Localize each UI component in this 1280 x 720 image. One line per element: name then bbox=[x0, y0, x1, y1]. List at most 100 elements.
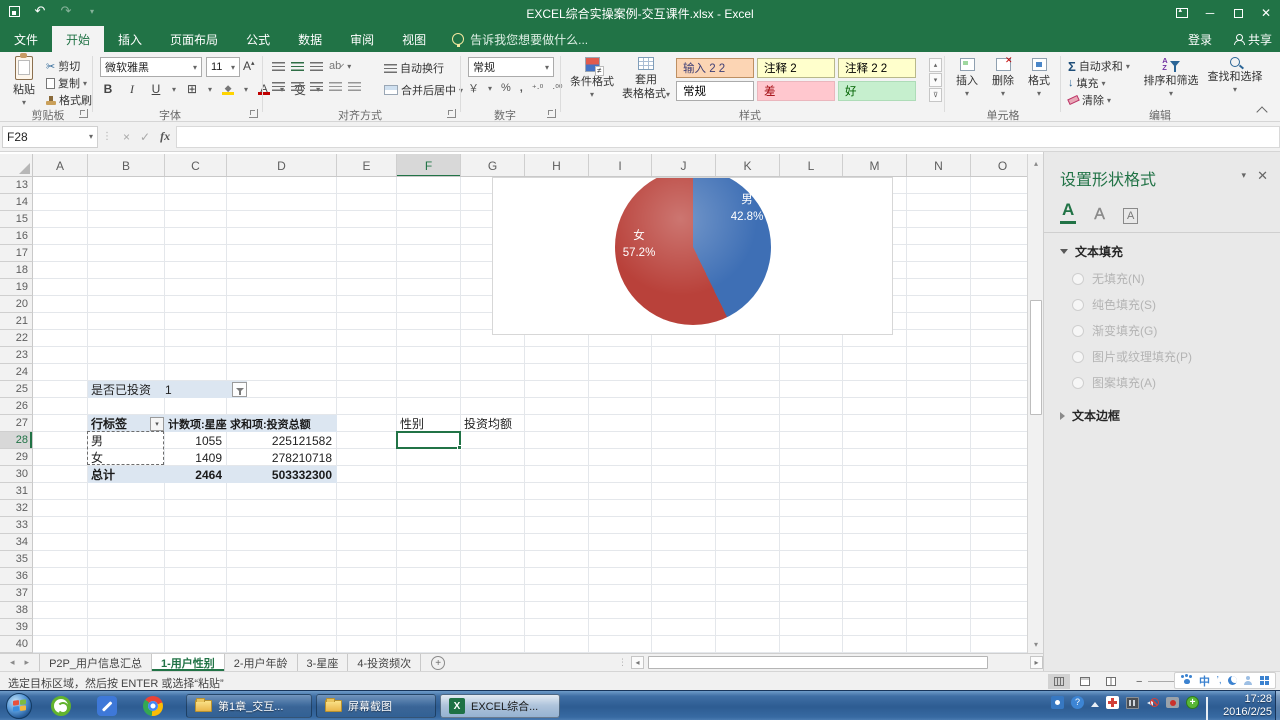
tray-help-icon[interactable]: ? bbox=[1071, 696, 1084, 709]
alignment-dialog-launcher[interactable] bbox=[447, 109, 456, 118]
row-header-35[interactable]: 35 bbox=[0, 551, 33, 568]
section-text-border[interactable]: 文本边框 bbox=[1060, 407, 1266, 424]
row-header-29[interactable]: 29 bbox=[0, 449, 33, 466]
tray-volume-muted-icon[interactable] bbox=[1146, 696, 1159, 709]
ime-toolbox-icon[interactable] bbox=[1259, 676, 1269, 685]
pane-option[interactable]: 图片或纹理填充(P) bbox=[1072, 348, 1266, 365]
row-header-14[interactable]: 14 bbox=[0, 194, 33, 211]
ime-fullwidth-icon[interactable] bbox=[1228, 676, 1238, 685]
increase-decimal-icon[interactable]: ⁺·⁰ bbox=[532, 83, 543, 94]
collapse-ribbon-icon[interactable] bbox=[1256, 106, 1268, 118]
tray-power-icon[interactable] bbox=[1126, 696, 1139, 709]
ribbon-display-options-icon[interactable] bbox=[1168, 0, 1196, 26]
pivot-header-sum[interactable]: 求和项:投资总额 bbox=[227, 415, 337, 432]
column-header-N[interactable]: N bbox=[907, 154, 971, 176]
taskbar-button-2[interactable]: 屏幕截图 bbox=[316, 694, 436, 718]
browser-360-icon[interactable] bbox=[46, 694, 76, 718]
confirm-entry-icon[interactable]: ✓ bbox=[140, 130, 150, 144]
increase-indent-icon[interactable] bbox=[348, 82, 361, 91]
text-effects-icon[interactable]: A bbox=[1094, 206, 1105, 224]
fill-handle[interactable] bbox=[457, 445, 462, 450]
comma-icon[interactable]: , bbox=[520, 82, 523, 94]
cell-style-chip[interactable]: 输入 2 2 bbox=[676, 58, 754, 78]
underline-button[interactable]: U bbox=[148, 80, 164, 98]
decrease-indent-icon[interactable] bbox=[329, 82, 342, 91]
notes-app-icon[interactable] bbox=[92, 694, 122, 718]
italic-button[interactable]: I bbox=[124, 80, 140, 98]
pivot-filter-icon[interactable] bbox=[232, 382, 247, 397]
align-center-icon[interactable] bbox=[291, 82, 304, 91]
bold-button[interactable]: B bbox=[100, 80, 116, 98]
tray-ime-icon[interactable] bbox=[1051, 696, 1064, 709]
column-header-E[interactable]: E bbox=[337, 154, 397, 176]
show-desktop-button[interactable] bbox=[1275, 691, 1280, 720]
pivot-filter-row[interactable]: 是否已投资 1 bbox=[88, 381, 247, 398]
share-button[interactable]: 共享 bbox=[1233, 31, 1272, 48]
number-dialog-launcher[interactable] bbox=[547, 109, 556, 118]
ribbon-tab-文件[interactable]: 文件 bbox=[0, 26, 52, 52]
column-header-H[interactable]: H bbox=[525, 154, 589, 176]
pane-option[interactable]: 图案填充(A) bbox=[1072, 374, 1266, 391]
wrap-text-button[interactable]: 自动换行 bbox=[384, 60, 444, 76]
format-cells-button[interactable]: 格式 ▾ bbox=[1022, 58, 1056, 98]
pie-chart[interactable]: 男 42.8% 女 57.2% bbox=[492, 177, 893, 335]
pivot-cell-sum[interactable]: 225121582 bbox=[227, 432, 337, 449]
copy-button[interactable]: 复制 ▾ bbox=[46, 74, 87, 91]
horizontal-scrollbar[interactable]: ⋮ ◂ ▸ bbox=[618, 654, 1043, 670]
percent-icon[interactable]: % bbox=[501, 82, 511, 94]
pivot-total-sum[interactable]: 503332300 bbox=[227, 466, 337, 483]
ribbon-tab-插入[interactable]: 插入 bbox=[104, 26, 156, 52]
merge-center-button[interactable]: 合并后居中 ▾ bbox=[384, 82, 463, 98]
conditional-formatting-button[interactable]: 条件格式▾ bbox=[566, 57, 618, 99]
row-header-25[interactable]: 25 bbox=[0, 381, 33, 398]
column-header-K[interactable]: K bbox=[716, 154, 780, 176]
pane-close-icon[interactable]: ✕ bbox=[1257, 168, 1268, 184]
worksheet-grid[interactable]: 是否已投资 1 行标签 ▾ 计数项:星座 求和项:投资总额男 1055 225121582 女 1… bbox=[33, 177, 1027, 653]
pivot-total-label[interactable]: 总计 bbox=[88, 466, 165, 483]
taskbar-clock[interactable]: 17:28 2016/2/25 bbox=[1223, 693, 1272, 719]
ime-mode-toggle[interactable]: 中 bbox=[1199, 673, 1210, 689]
cut-button[interactable]: ✂ 剪切 bbox=[46, 58, 80, 74]
column-header-C[interactable]: C bbox=[165, 154, 227, 176]
grow-font-icon[interactable]: A▴ bbox=[243, 59, 255, 73]
row-header-34[interactable]: 34 bbox=[0, 534, 33, 551]
pivot-cell-sum[interactable]: 278210718 bbox=[227, 449, 337, 466]
cell-style-chip[interactable]: 常规 bbox=[676, 81, 754, 101]
font-color-icon[interactable]: A bbox=[256, 80, 272, 98]
cell-style-chip[interactable]: 注释 2 2 bbox=[838, 58, 916, 78]
row-header-37[interactable]: 37 bbox=[0, 585, 33, 602]
minimize-button[interactable]: ─ bbox=[1196, 0, 1224, 26]
insert-cells-button[interactable]: 插入 ▾ bbox=[950, 58, 984, 98]
cell-style-chip[interactable]: 好 bbox=[838, 81, 916, 101]
column-header-A[interactable]: A bbox=[33, 154, 88, 176]
cell-style-chip[interactable]: 差 bbox=[757, 81, 835, 101]
row-header-20[interactable]: 20 bbox=[0, 296, 33, 313]
pane-option[interactable]: 纯色填充(S) bbox=[1072, 296, 1266, 313]
number-format-select[interactable]: 常规 ▾ bbox=[468, 57, 554, 77]
column-header-J[interactable]: J bbox=[652, 154, 716, 176]
sheet-tab-P2P_用户信息汇总[interactable]: P2P_用户信息汇总 bbox=[39, 654, 152, 671]
ime-logo-icon[interactable] bbox=[1181, 675, 1192, 686]
clipboard-dialog-launcher[interactable] bbox=[79, 109, 88, 118]
row-header-28[interactable]: 28 bbox=[0, 432, 33, 449]
column-header-B[interactable]: B bbox=[88, 154, 165, 176]
row-header-23[interactable]: 23 bbox=[0, 347, 33, 364]
align-middle-icon[interactable] bbox=[291, 61, 304, 71]
section-text-fill[interactable]: 文本填充 bbox=[1060, 243, 1266, 260]
cell-f27[interactable]: 性别 bbox=[397, 415, 461, 432]
align-bottom-icon[interactable] bbox=[310, 61, 323, 71]
pane-option[interactable]: 无填充(N) bbox=[1072, 270, 1266, 287]
taskbar-button-3[interactable]: X EXCEL综合... bbox=[440, 694, 560, 718]
row-header-16[interactable]: 16 bbox=[0, 228, 33, 245]
row-header-32[interactable]: 32 bbox=[0, 500, 33, 517]
formula-input[interactable] bbox=[176, 125, 1280, 148]
restore-button[interactable] bbox=[1224, 0, 1252, 26]
row-header-31[interactable]: 31 bbox=[0, 483, 33, 500]
horizontal-scroll-thumb[interactable] bbox=[648, 655, 988, 669]
pane-option[interactable]: 渐变填充(G) bbox=[1072, 322, 1266, 339]
styles-gallery-scroll[interactable]: ▴ ▾ ⊽ bbox=[929, 58, 942, 102]
page-layout-view-button[interactable] bbox=[1074, 674, 1096, 689]
hscroll-right-icon[interactable]: ▸ bbox=[1030, 655, 1043, 669]
sheet-tab-2-用户年龄[interactable]: 2-用户年龄 bbox=[225, 654, 298, 671]
row-header-24[interactable]: 24 bbox=[0, 364, 33, 381]
